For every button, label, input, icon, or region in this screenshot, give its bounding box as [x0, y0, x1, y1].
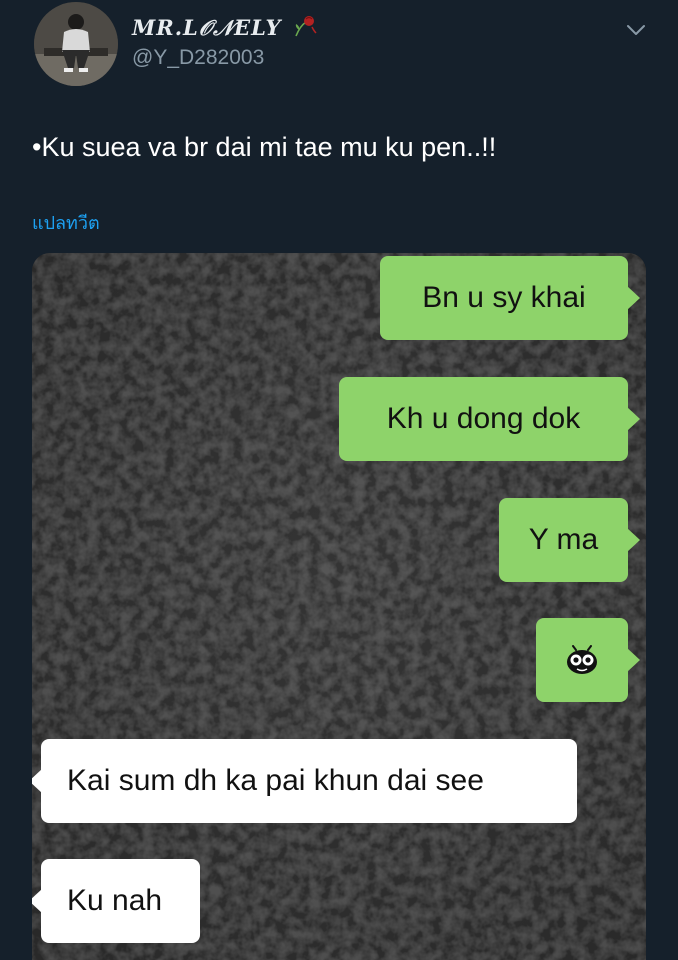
avatar[interactable]	[34, 2, 118, 86]
chat-bubble-sent: Y ma	[499, 498, 640, 582]
chevron-down-icon[interactable]	[624, 18, 648, 42]
display-name[interactable]: MR.L𝒪𝒩ELY	[132, 14, 318, 41]
bug-eyed-emoji-icon	[567, 645, 597, 674]
tweet-media-image[interactable]: Bn u sy khai Kh u dong dok Y ma Kai sum …	[32, 253, 646, 960]
tweet-text: •Ku suea va br dai mi tae mu ku pen..!!	[32, 132, 497, 162]
message-text: Y ma	[528, 523, 599, 556]
chat-bubble-sent	[536, 618, 640, 702]
tweet-page: MR.L𝒪𝒩ELY @Y_D282003 •Ku suea va br dai …	[0, 0, 678, 960]
chat-bubble-sent: Kh u dong dok	[339, 377, 640, 461]
message-text: Ku nah	[67, 884, 163, 917]
message-text: Kai sum dh ka pai khun dai see	[67, 764, 484, 797]
display-name-text: MR.L𝒪𝒩ELY	[132, 15, 282, 40]
message-text: Kh u dong dok	[386, 402, 581, 435]
translate-tweet-link[interactable]: แปลทวีต	[32, 208, 100, 237]
chat-bubble-received: Ku nah	[32, 859, 200, 943]
chat-wallpaper	[32, 253, 646, 960]
chat-bubble-received: Kai sum dh ka pai khun dai see	[32, 739, 577, 823]
wilted-rose-icon	[295, 16, 317, 37]
message-text: Bn u sy khai	[422, 281, 586, 314]
chat-bubble-sent: Bn u sy khai	[380, 256, 640, 340]
user-handle[interactable]: @Y_D282003	[132, 46, 264, 70]
